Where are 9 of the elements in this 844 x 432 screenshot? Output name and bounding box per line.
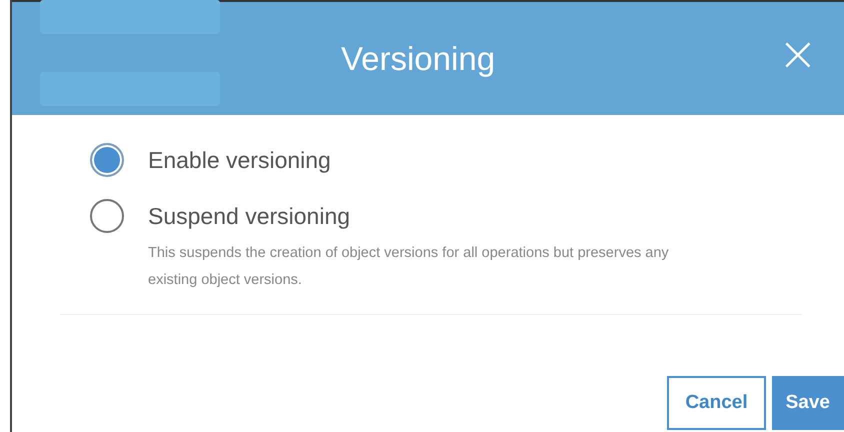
radio-button[interactable]: [90, 199, 124, 233]
option-label[interactable]: Suspend versioning: [148, 203, 708, 230]
option-label[interactable]: Enable versioning: [148, 147, 331, 174]
save-button[interactable]: Save: [772, 376, 844, 430]
cancel-button[interactable]: Cancel: [667, 376, 766, 430]
radio-button[interactable]: [90, 143, 124, 177]
option-description: This suspends the creation of object versions for all operations but preserves any existing object versions.: [148, 244, 670, 290]
dialog-title: Versioning: [340, 40, 496, 78]
close-button[interactable]: ×: [774, 30, 822, 78]
